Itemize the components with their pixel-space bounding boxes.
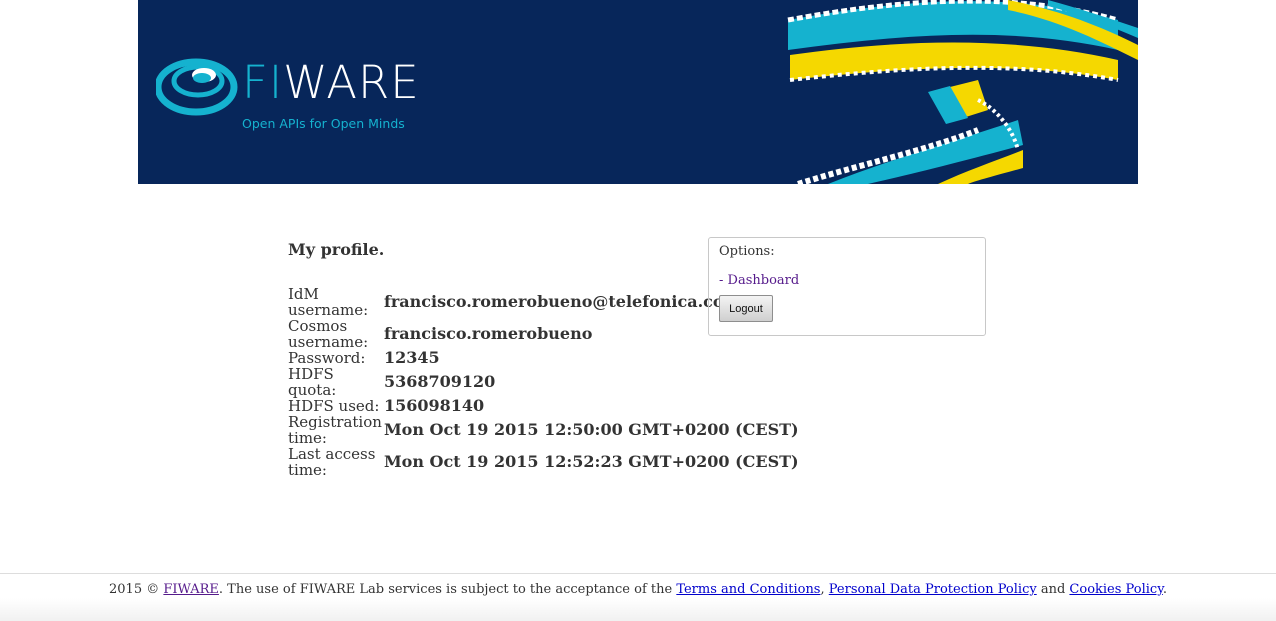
footer-shadow [0, 598, 1276, 621]
brand-tagline: Open APIs for Open Minds [242, 116, 405, 131]
fiware-link[interactable]: FIWARE [163, 582, 219, 597]
table-row: Last access time: Mon Oct 19 2015 12:52:… [288, 446, 799, 478]
brand-wordmark: FIWARE [242, 60, 420, 105]
field-label: IdM username: [288, 285, 369, 319]
options-title: Options: [719, 244, 775, 259]
privacy-policy-link[interactable]: Personal Data Protection Policy [829, 582, 1037, 597]
field-value: Mon Oct 19 2015 12:52:23 GMT+0200 (CEST) [383, 452, 799, 471]
field-label: Registration time: [288, 413, 382, 447]
options-panel: Options: - Dashboard Logout [708, 237, 986, 336]
footer-copyright: 2015 © [109, 582, 164, 597]
field-label: HDFS quota: [288, 365, 337, 399]
footer-separator: and [1036, 582, 1070, 597]
field-value: 5368709120 [383, 372, 496, 391]
fiware-logo-icon [156, 58, 238, 116]
page-title: My profile. [288, 240, 385, 259]
field-label: Last access time: [288, 445, 376, 479]
terms-link[interactable]: Terms and Conditions [676, 582, 820, 597]
field-label: HDFS used: [288, 397, 380, 415]
profile-section: My profile. [288, 240, 708, 260]
field-label: Cosmos username: [288, 317, 369, 351]
header-banner: FIWARE Open APIs for Open Minds [138, 0, 1138, 184]
logout-button[interactable]: Logout [719, 295, 773, 322]
brand-prefix: FI [242, 56, 284, 109]
table-row: Registration time: Mon Oct 19 2015 12:50… [288, 414, 799, 446]
table-row: Password: 12345 [288, 348, 799, 367]
field-value: 156098140 [383, 396, 485, 415]
table-row: HDFS quota: 5368709120 [288, 366, 799, 398]
cookies-policy-link[interactable]: Cookies Policy [1069, 582, 1162, 597]
field-label: Password: [288, 349, 366, 367]
footer-text: . The use of FIWARE Lab services is subj… [218, 582, 677, 597]
footer-separator: , [820, 582, 829, 597]
table-row: HDFS used: 156098140 [288, 396, 799, 415]
footer: 2015 © FIWARE. The use of FIWARE Lab ser… [0, 582, 1276, 597]
field-value: Mon Oct 19 2015 12:50:00 GMT+0200 (CEST) [383, 420, 799, 439]
dashboard-link[interactable]: - Dashboard [719, 273, 975, 288]
helix-decoration-icon [787, 0, 1138, 184]
footer-period: . [1162, 582, 1167, 597]
field-value: 12345 [383, 348, 440, 367]
brand-suffix: WARE [283, 56, 420, 109]
footer-divider [0, 573, 1276, 574]
